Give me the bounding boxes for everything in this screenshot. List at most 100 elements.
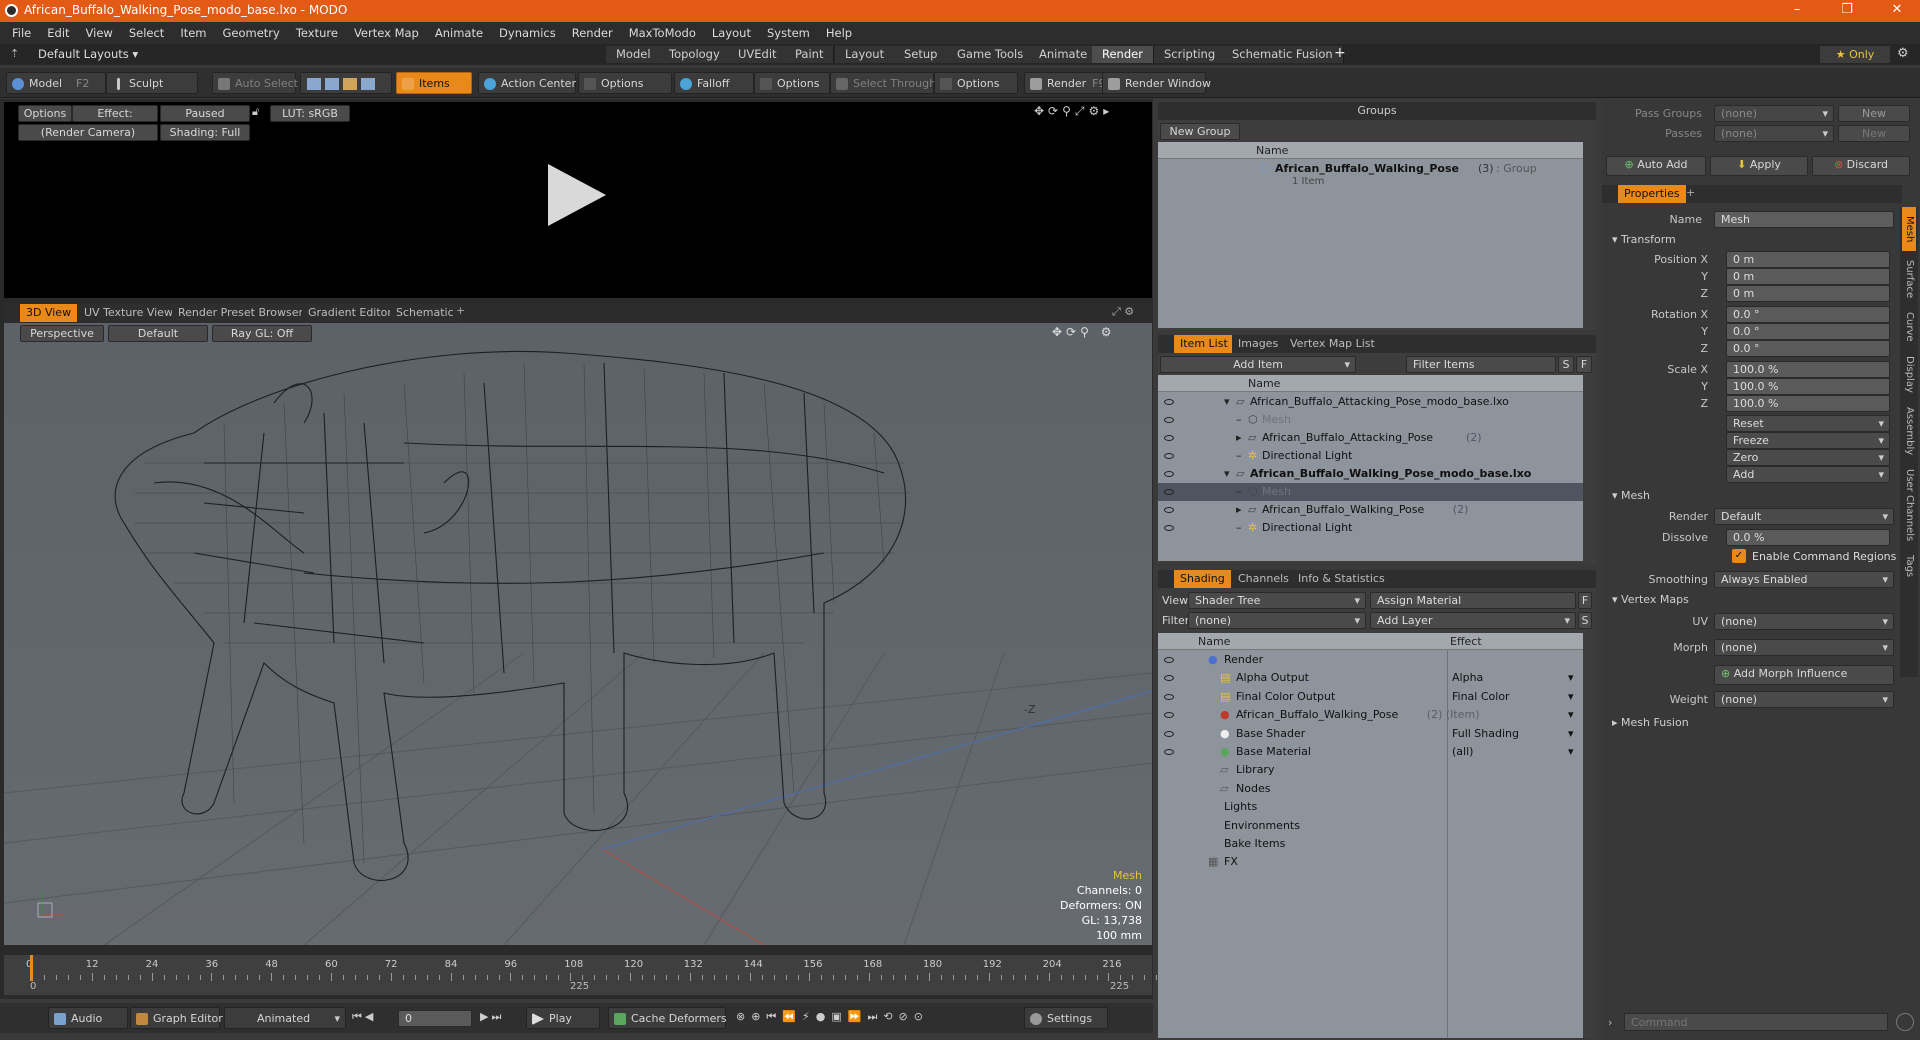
menu-system[interactable]: System <box>767 26 810 40</box>
effect-dropdown-icon[interactable]: ▾ <box>1568 725 1574 743</box>
render-dropdown[interactable]: Default <box>1714 508 1894 525</box>
model-button[interactable]: Model F2 <box>6 72 106 94</box>
tab-topology[interactable]: Topology <box>659 46 731 63</box>
effect-dropdown-icon[interactable]: ▾ <box>1568 743 1574 761</box>
side-tab-tags[interactable]: Tags <box>1902 549 1916 583</box>
add-morph-influence-button[interactable]: ⊕ Add Morph Influence <box>1714 665 1894 685</box>
visibility-eye-icon[interactable] <box>1164 712 1174 719</box>
side-tab-display[interactable]: Display <box>1902 351 1916 397</box>
groups-list[interactable]: Name ⬡ African_Buffalo_Walking_Pose (3) … <box>1158 142 1583 328</box>
render-window-button[interactable]: Render Window <box>1102 72 1211 94</box>
visibility-eye-icon[interactable] <box>1164 399 1174 405</box>
playback-back-icons[interactable]: ⏮◀ <box>352 1010 376 1024</box>
new-pass-group-button[interactable]: New <box>1838 105 1910 122</box>
expand-toggle-icon[interactable]: ▸ <box>1236 429 1242 447</box>
expand-toggle-icon[interactable]: – <box>1236 483 1242 501</box>
visibility-eye-icon[interactable] <box>1164 417 1174 423</box>
shader-tree-row[interactable]: ▦ FX <box>1158 853 1583 871</box>
preview-paused-button[interactable]: Paused <box>160 105 250 122</box>
menu-render[interactable]: Render <box>572 26 613 40</box>
position-x-input[interactable]: 0 m <box>1726 251 1890 268</box>
render-button[interactable]: Render F9 <box>1024 72 1106 94</box>
new-group-button[interactable]: New Group <box>1160 123 1240 140</box>
auto-add-button[interactable]: ⊕ Auto Add <box>1606 156 1706 176</box>
filter-items-input[interactable]: Filter Items <box>1406 356 1556 373</box>
item-list-row[interactable]: ▸ ▱ African_Buffalo_Walking_Pose (2) <box>1158 501 1583 519</box>
tab-render-preset-browser[interactable]: Render Preset Browser <box>172 304 310 322</box>
item-list-row[interactable]: ▾ ▱ African_Buffalo_Walking_Pose_modo_base… <box>1158 465 1583 483</box>
auto-select-button[interactable]: Auto Select <box>212 72 298 94</box>
shader-tree-row[interactable]: ▤ Alpha Output Alpha ▾ <box>1158 669 1583 687</box>
item-list-row[interactable]: – ⬡ Mesh <box>1158 483 1583 501</box>
settings-button[interactable]: Settings <box>1024 1007 1108 1029</box>
menu-texture[interactable]: Texture <box>296 26 338 40</box>
tab-scripting[interactable]: Scripting <box>1154 46 1227 63</box>
shader-tree-row-effect[interactable]: Alpha <box>1452 669 1483 687</box>
shader-tree-row[interactable]: Bake Items <box>1158 835 1583 853</box>
command-status-icon[interactable] <box>1896 1013 1914 1031</box>
shader-tree-row[interactable]: ● African_Buffalo_Walking_Pose (2) (Item) ▾ <box>1158 706 1583 724</box>
polygon-mode-icon[interactable] <box>343 78 357 90</box>
tab-game-tools[interactable]: Game Tools <box>947 46 1035 63</box>
tab-layout[interactable]: Layout <box>835 46 896 63</box>
gear-icon[interactable]: ⚙ <box>1897 46 1909 61</box>
key-tools-icons[interactable]: ⊗⊕⏮⏪⚡●▣⏩⏭⟲⊘⊙ <box>736 1010 929 1024</box>
tab-gradient-editor[interactable]: Gradient Editor <box>302 304 398 322</box>
tab-images[interactable]: Images <box>1232 335 1285 353</box>
falloff-button[interactable]: Falloff <box>674 72 754 94</box>
render-preview[interactable]: Options Effect: (Shadi... Paused 🔓︎ LUT:… <box>4 102 1152 298</box>
item-list-row[interactable]: – ✲ Directional Light <box>1158 519 1583 537</box>
menu-vertex-map[interactable]: Vertex Map <box>354 26 419 40</box>
rotation-y-input[interactable]: 0.0 ° <box>1726 323 1890 340</box>
scale-z-input[interactable]: 100.0 % <box>1726 395 1890 412</box>
tab-channels[interactable]: Channels <box>1232 570 1295 588</box>
menu-file[interactable]: File <box>12 26 31 40</box>
expand-toggle-icon[interactable]: – <box>1236 411 1242 429</box>
shader-tree-row[interactable]: ▱ Nodes <box>1158 780 1583 798</box>
playback-forward-icons[interactable]: ▶⏭ <box>480 1010 504 1024</box>
preview-effect-dropdown[interactable]: Effect: (Shadi... <box>72 105 158 135</box>
shader-tree-row[interactable]: ▤ Final Color Output Final Color ▾ <box>1158 688 1583 706</box>
item-list-row[interactable]: ▾ ▱ African_Buffalo_Attacking_Pose_modo_ba… <box>1158 393 1583 411</box>
viewport-3d[interactable]: Perspective Default Ray GL: Off ✥⟳⚲ ⚙ -Z… <box>4 323 1152 945</box>
menu-edit[interactable]: Edit <box>47 26 69 40</box>
effect-dropdown-icon[interactable]: ▾ <box>1568 669 1574 687</box>
menu-select[interactable]: Select <box>129 26 164 40</box>
tab-shading[interactable]: Shading <box>1174 570 1231 588</box>
shader-tree-row-effect[interactable]: (all) <box>1452 743 1473 761</box>
enable-command-regions-checkbox[interactable]: ✓ <box>1732 549 1746 563</box>
passes-dropdown[interactable]: (none) <box>1714 125 1834 142</box>
morph-dropdown[interactable]: (none) <box>1714 639 1894 656</box>
item-list-row[interactable]: – ✲ Directional Light <box>1158 447 1583 465</box>
lut-dropdown[interactable]: LUT: sRGB <box>270 105 350 122</box>
view-dropdown[interactable]: Shader Tree <box>1188 592 1366 609</box>
item-list-row[interactable]: ▸ ▱ African_Buffalo_Attacking_Pose (2) <box>1158 429 1583 447</box>
dissolve-input[interactable]: 0.0 % <box>1726 529 1890 546</box>
tab-paint[interactable]: Paint <box>785 46 835 63</box>
visibility-eye-icon[interactable] <box>1164 489 1174 495</box>
shading-dropdown[interactable]: Shading: Full <box>160 124 250 141</box>
visibility-eye-icon[interactable] <box>1164 675 1174 682</box>
position-y-input[interactable]: 0 m <box>1726 268 1890 285</box>
action-center-options-button[interactable]: Options <box>578 72 672 94</box>
side-tab-surface[interactable]: Surface <box>1902 255 1916 303</box>
tab-model[interactable]: Model <box>606 46 662 63</box>
shading-f-button[interactable]: F <box>1578 592 1592 609</box>
scale-y-input[interactable]: 100.0 % <box>1726 378 1890 395</box>
shader-tree-row[interactable]: ● Base Shader Full Shading ▾ <box>1158 725 1583 743</box>
layout-arrow-icon[interactable]: ⇡ <box>10 47 19 60</box>
expand-toggle-icon[interactable]: – <box>1236 447 1242 465</box>
visibility-eye-icon[interactable] <box>1164 730 1174 737</box>
expand-toggle-icon[interactable]: ▸ <box>1236 501 1242 519</box>
add-properties-tab-button[interactable]: + <box>1686 186 1695 199</box>
menu-item[interactable]: Item <box>180 26 206 40</box>
pass-groups-dropdown[interactable]: (none) <box>1714 105 1834 122</box>
shader-tree-row[interactable]: Environments <box>1158 817 1583 835</box>
only-toggle[interactable]: ★ Only <box>1820 46 1890 63</box>
menu-layout[interactable]: Layout <box>712 26 751 40</box>
side-tab-user-channels[interactable]: User Channels <box>1902 465 1916 545</box>
shader-tree-row[interactable]: ▱ Library <box>1158 761 1583 779</box>
maximize-button[interactable]: ❐ <box>1827 2 1867 20</box>
menu-view[interactable]: View <box>86 26 113 40</box>
timeline[interactable]: 0 12 24 36 48 60 72 84 96 108 120 132 144 156 168 180 19… <box>4 955 1158 995</box>
